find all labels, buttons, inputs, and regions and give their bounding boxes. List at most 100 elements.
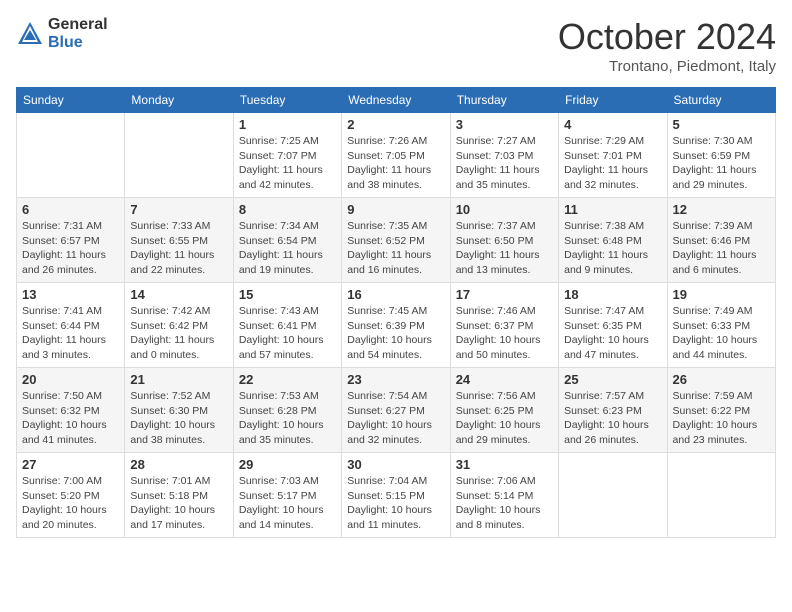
day-info: Sunrise: 7:56 AM Sunset: 6:25 PM Dayligh…	[456, 389, 553, 448]
day-info: Sunrise: 7:06 AM Sunset: 5:14 PM Dayligh…	[456, 474, 553, 533]
day-number: 16	[347, 287, 444, 302]
calendar-cell: 11 Sunrise: 7:38 AM Sunset: 6:48 PM Dayli…	[559, 198, 667, 283]
logo-general-text: General	[48, 16, 108, 34]
logo-blue-text: Blue	[48, 34, 108, 52]
calendar-cell: 25 Sunrise: 7:57 AM Sunset: 6:23 PM Dayli…	[559, 368, 667, 453]
logo[interactable]: General Blue	[16, 16, 108, 51]
day-info: Sunrise: 7:00 AM Sunset: 5:20 PM Dayligh…	[22, 474, 119, 533]
weekday-header: Sunday	[17, 88, 125, 113]
day-info: Sunrise: 7:38 AM Sunset: 6:48 PM Dayligh…	[564, 219, 661, 278]
day-number: 13	[22, 287, 119, 302]
day-number: 8	[239, 202, 336, 217]
weekday-header: Monday	[125, 88, 233, 113]
day-info: Sunrise: 7:34 AM Sunset: 6:54 PM Dayligh…	[239, 219, 336, 278]
calendar-cell: 9Sunrise: 7:35 AM Sunset: 6:52 PM Daylig…	[342, 198, 450, 283]
day-info: Sunrise: 7:53 AM Sunset: 6:28 PM Dayligh…	[239, 389, 336, 448]
calendar-table: SundayMondayTuesdayWednesdayThursdayFrid…	[16, 87, 776, 538]
calendar-cell: 13Sunrise: 7:41 AM Sunset: 6:44 PM Dayli…	[17, 283, 125, 368]
day-number: 5	[673, 117, 770, 132]
day-number: 4	[564, 117, 661, 132]
day-number: 29	[239, 457, 336, 472]
weekday-header: Saturday	[667, 88, 775, 113]
day-number: 15	[239, 287, 336, 302]
day-info: Sunrise: 7:47 AM Sunset: 6:35 PM Dayligh…	[564, 304, 661, 363]
day-info: Sunrise: 7:45 AM Sunset: 6:39 PM Dayligh…	[347, 304, 444, 363]
calendar-cell: 21Sunrise: 7:52 AM Sunset: 6:30 PM Dayli…	[125, 368, 233, 453]
day-info: Sunrise: 7:59 AM Sunset: 6:22 PM Dayligh…	[673, 389, 770, 448]
day-info: Sunrise: 7:35 AM Sunset: 6:52 PM Dayligh…	[347, 219, 444, 278]
day-number: 7	[130, 202, 227, 217]
calendar-week-row: 1 Sunrise: 7:25 AM Sunset: 7:07 PM Daylig…	[17, 113, 776, 198]
day-number: 11	[564, 202, 661, 217]
calendar-cell: 17 Sunrise: 7:46 AM Sunset: 6:37 PM Dayli…	[450, 283, 558, 368]
calendar-cell: 23 Sunrise: 7:54 AM Sunset: 6:27 PM Dayli…	[342, 368, 450, 453]
day-info: Sunrise: 7:25 AM Sunset: 7:07 PM Dayligh…	[239, 134, 336, 193]
day-info: Sunrise: 7:54 AM Sunset: 6:27 PM Dayligh…	[347, 389, 444, 448]
location: Trontano, Piedmont, Italy	[558, 58, 776, 75]
day-number: 30	[347, 457, 444, 472]
day-info: Sunrise: 7:31 AM Sunset: 6:57 PM Dayligh…	[22, 219, 119, 278]
calendar-cell: 30 Sunrise: 7:04 AM Sunset: 5:15 PM Dayli…	[342, 453, 450, 538]
calendar-week-row: 27 Sunrise: 7:00 AM Sunset: 5:20 PM Dayli…	[17, 453, 776, 538]
day-number: 18	[564, 287, 661, 302]
logo-text: General Blue	[48, 16, 108, 51]
calendar-cell: 26Sunrise: 7:59 AM Sunset: 6:22 PM Dayli…	[667, 368, 775, 453]
day-number: 22	[239, 372, 336, 387]
logo-icon	[16, 20, 44, 48]
calendar-cell: 29Sunrise: 7:03 AM Sunset: 5:17 PM Dayli…	[233, 453, 341, 538]
calendar-cell: 7 Sunrise: 7:33 AM Sunset: 6:55 PM Daylig…	[125, 198, 233, 283]
day-number: 17	[456, 287, 553, 302]
day-info: Sunrise: 7:43 AM Sunset: 6:41 PM Dayligh…	[239, 304, 336, 363]
day-number: 3	[456, 117, 553, 132]
day-info: Sunrise: 7:01 AM Sunset: 5:18 PM Dayligh…	[130, 474, 227, 533]
day-number: 10	[456, 202, 553, 217]
day-number: 14	[130, 287, 227, 302]
calendar-cell: 14 Sunrise: 7:42 AM Sunset: 6:42 PM Dayli…	[125, 283, 233, 368]
day-number: 19	[673, 287, 770, 302]
calendar-cell	[17, 113, 125, 198]
weekday-header: Friday	[559, 88, 667, 113]
title-block: October 2024 Trontano, Piedmont, Italy	[558, 16, 776, 75]
day-info: Sunrise: 7:39 AM Sunset: 6:46 PM Dayligh…	[673, 219, 770, 278]
weekday-header: Wednesday	[342, 88, 450, 113]
day-info: Sunrise: 7:26 AM Sunset: 7:05 PM Dayligh…	[347, 134, 444, 193]
calendar-cell	[125, 113, 233, 198]
calendar-cell: 4 Sunrise: 7:29 AM Sunset: 7:01 PM Daylig…	[559, 113, 667, 198]
day-number: 1	[239, 117, 336, 132]
day-info: Sunrise: 7:46 AM Sunset: 6:37 PM Dayligh…	[456, 304, 553, 363]
calendar-cell	[667, 453, 775, 538]
calendar-cell: 6Sunrise: 7:31 AM Sunset: 6:57 PM Daylig…	[17, 198, 125, 283]
calendar-week-row: 20Sunrise: 7:50 AM Sunset: 6:32 PM Dayli…	[17, 368, 776, 453]
day-number: 2	[347, 117, 444, 132]
weekday-header: Tuesday	[233, 88, 341, 113]
day-info: Sunrise: 7:57 AM Sunset: 6:23 PM Dayligh…	[564, 389, 661, 448]
day-info: Sunrise: 7:30 AM Sunset: 6:59 PM Dayligh…	[673, 134, 770, 193]
day-info: Sunrise: 7:27 AM Sunset: 7:03 PM Dayligh…	[456, 134, 553, 193]
calendar-cell: 19 Sunrise: 7:49 AM Sunset: 6:33 PM Dayli…	[667, 283, 775, 368]
day-info: Sunrise: 7:04 AM Sunset: 5:15 PM Dayligh…	[347, 474, 444, 533]
calendar-header-row: SundayMondayTuesdayWednesdayThursdayFrid…	[17, 88, 776, 113]
day-number: 25	[564, 372, 661, 387]
day-number: 27	[22, 457, 119, 472]
page-header: General Blue October 2024 Trontano, Pied…	[16, 16, 776, 75]
day-number: 12	[673, 202, 770, 217]
calendar-cell: 5 Sunrise: 7:30 AM Sunset: 6:59 PM Daylig…	[667, 113, 775, 198]
calendar-cell: 16 Sunrise: 7:45 AM Sunset: 6:39 PM Dayli…	[342, 283, 450, 368]
day-number: 20	[22, 372, 119, 387]
day-number: 28	[130, 457, 227, 472]
calendar-cell	[559, 453, 667, 538]
calendar-cell: 8 Sunrise: 7:34 AM Sunset: 6:54 PM Daylig…	[233, 198, 341, 283]
day-info: Sunrise: 7:49 AM Sunset: 6:33 PM Dayligh…	[673, 304, 770, 363]
day-number: 23	[347, 372, 444, 387]
calendar-cell: 2 Sunrise: 7:26 AM Sunset: 7:05 PM Daylig…	[342, 113, 450, 198]
calendar-week-row: 6Sunrise: 7:31 AM Sunset: 6:57 PM Daylig…	[17, 198, 776, 283]
day-info: Sunrise: 7:33 AM Sunset: 6:55 PM Dayligh…	[130, 219, 227, 278]
calendar-cell: 1 Sunrise: 7:25 AM Sunset: 7:07 PM Daylig…	[233, 113, 341, 198]
weekday-header: Thursday	[450, 88, 558, 113]
calendar-cell: 22 Sunrise: 7:53 AM Sunset: 6:28 PM Dayli…	[233, 368, 341, 453]
day-info: Sunrise: 7:29 AM Sunset: 7:01 PM Dayligh…	[564, 134, 661, 193]
day-info: Sunrise: 7:42 AM Sunset: 6:42 PM Dayligh…	[130, 304, 227, 363]
day-number: 21	[130, 372, 227, 387]
month-title: October 2024	[558, 16, 776, 58]
calendar-cell: 15 Sunrise: 7:43 AM Sunset: 6:41 PM Dayli…	[233, 283, 341, 368]
